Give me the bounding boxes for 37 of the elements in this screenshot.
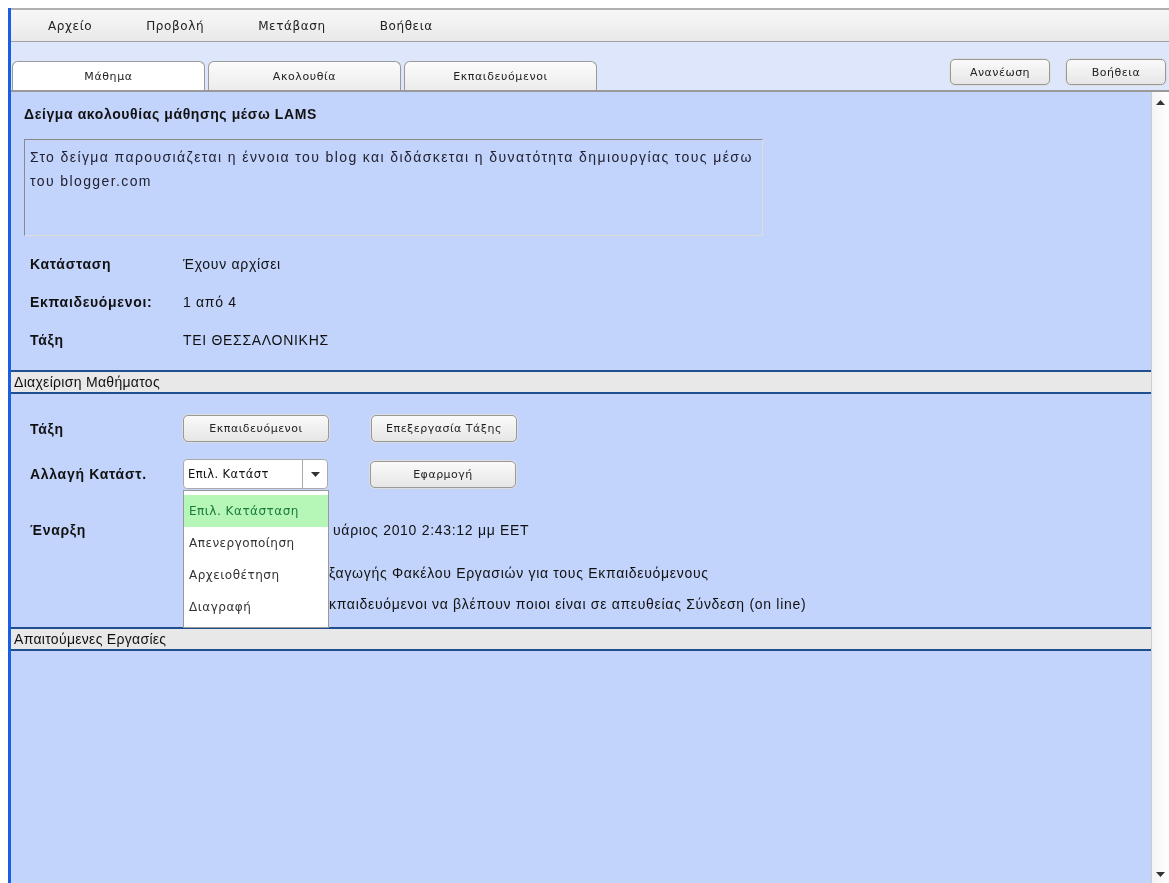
field-value: 1 από 4 (183, 294, 237, 310)
tab[interactable]: Μάθημα (12, 61, 205, 90)
field-label: Εκπαιδευόμενοι: (30, 294, 154, 310)
help-button[interactable]: Βοήθεια (1066, 59, 1166, 85)
scroll-down-icon[interactable] (1156, 872, 1165, 877)
menu-item[interactable]: Αρχείο (44, 16, 97, 35)
dropdown-option[interactable]: Επιλ. Κατάσταση (184, 495, 328, 527)
option-text: ξαγωγής Φακέλου Εργασιών για τους Εκπαιδευόμενους (329, 564, 710, 583)
status-dropdown[interactable]: Επιλ. Κατάστ (183, 459, 328, 489)
apply-button[interactable]: Εφαρμογή (370, 460, 516, 488)
menu-item[interactable]: Βοήθεια (375, 16, 437, 35)
tab[interactable]: Εκπαιδευόμενοι (404, 61, 597, 90)
scroll-up-icon[interactable] (1156, 100, 1165, 105)
field-label: Κατάσταση (30, 256, 113, 272)
field-label: Αλλαγή Κατάστ. (30, 466, 148, 482)
field-value: ΤΕΙ ΘΕΣΣΑΛΟΝΙΚΗΣ (183, 332, 329, 348)
field-label: Τάξη (30, 420, 65, 437)
edit-class-button[interactable]: Επεξεργασία Τάξης (371, 415, 517, 442)
description-field[interactable]: Στο δείγμα παρουσιάζεται η έννοια του blog και διδάσκεται η δυνατότητα δημιουργίας τους μέσω του blogger.com (24, 139, 763, 236)
tab[interactable]: Ακολουθία (208, 61, 401, 90)
field-value: Έχουν αρχίσει (183, 256, 281, 272)
dropdown-option[interactable]: Απενεργοποίηση (184, 527, 328, 559)
scrollbar[interactable] (1151, 92, 1169, 883)
section-title: Διαχείριση Μαθήματος (13, 374, 160, 390)
field-label: Έναρξη (30, 522, 87, 538)
field-label: Τάξη (30, 332, 65, 348)
dropdown-option[interactable]: Αρχειοθέτηση (184, 559, 328, 591)
dropdown-option[interactable]: Διαγραφή (184, 591, 328, 623)
refresh-button[interactable]: Ανανέωση (950, 59, 1050, 85)
lesson-title: Δείγμα ακολουθίας μάθησης μέσω LAMS (24, 106, 318, 122)
learners-button[interactable]: Εκπαιδευόμενοι (183, 415, 329, 442)
option-text: κπαιδευόμενοι να βλέπουν ποιοι είναι σε απευθείας Σύνδεση (on line) (329, 595, 808, 614)
section-title: Απαιτούμενες Εργασίες (13, 631, 167, 647)
menu-item[interactable]: Μετάβαση (254, 16, 330, 35)
menu-item[interactable]: Προβολή (142, 16, 209, 35)
field-value: υάριος 2010 2:43:12 μμ EET (333, 522, 530, 538)
caret-icon (310, 471, 320, 477)
